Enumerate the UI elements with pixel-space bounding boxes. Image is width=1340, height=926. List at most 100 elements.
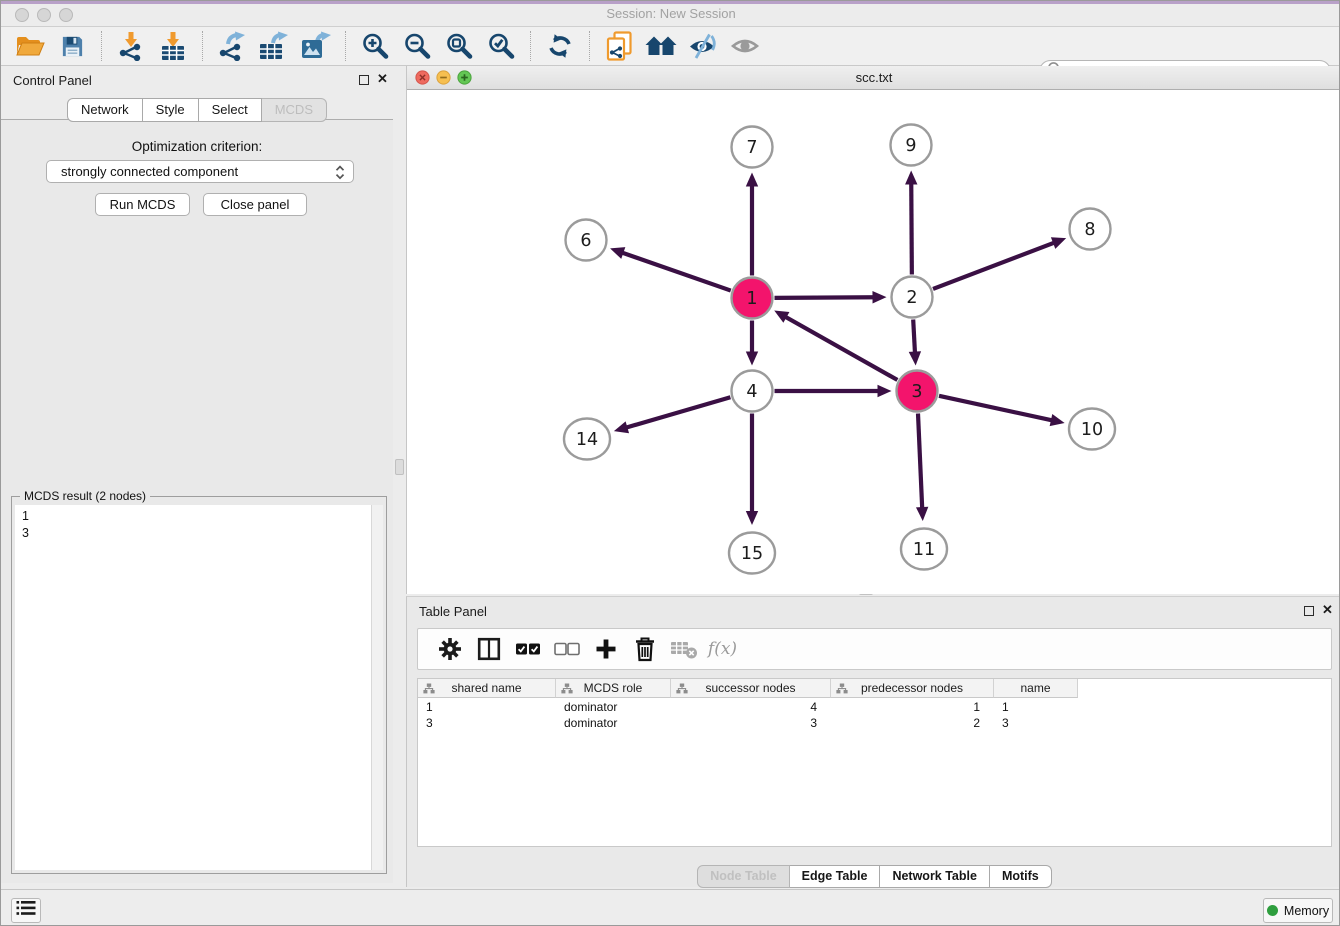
export-image-icon[interactable] xyxy=(296,28,336,64)
table-row[interactable]: 3dominator323 xyxy=(418,715,1078,731)
network-canvas[interactable]: 7 9 6 8 1 2 4 3 14 10 15 11 xyxy=(407,90,1340,594)
node-9[interactable]: 9 xyxy=(891,125,932,166)
table-row[interactable]: 1dominator411 xyxy=(418,699,1078,715)
tab-motifs[interactable]: Motifs xyxy=(990,865,1052,888)
deselect-all-icon[interactable] xyxy=(548,631,585,667)
edge-2-3[interactable] xyxy=(909,319,921,365)
edge-1-4[interactable] xyxy=(746,321,758,366)
cell-name[interactable]: 3 xyxy=(994,715,1078,731)
export-table-icon[interactable] xyxy=(254,28,294,64)
import-network-icon[interactable] xyxy=(111,28,151,64)
edge-4-15[interactable] xyxy=(746,414,758,526)
refresh-icon[interactable] xyxy=(540,28,580,64)
cell-name[interactable]: 1 xyxy=(994,699,1078,715)
column-header-name[interactable]: name xyxy=(994,679,1078,698)
node-1[interactable]: 1 xyxy=(732,278,773,319)
mcds-result-values: 1 3 xyxy=(22,508,29,542)
save-session-icon[interactable] xyxy=(52,28,92,64)
mcds-result-group: MCDS result (2 nodes) 1 3 xyxy=(11,496,387,874)
cell-shared-name[interactable]: 3 xyxy=(418,715,556,731)
edge-2-9[interactable] xyxy=(905,170,917,274)
edge-3-1[interactable] xyxy=(774,311,897,380)
tab-network[interactable]: Network xyxy=(67,98,143,122)
edge-1-2[interactable] xyxy=(774,291,886,303)
node-15[interactable]: 15 xyxy=(729,533,775,574)
cell-MCDS-role[interactable]: dominator xyxy=(556,699,671,715)
svg-text:9: 9 xyxy=(905,136,916,156)
edge-1-6[interactable] xyxy=(610,247,731,290)
cell-successor-nodes[interactable]: 3 xyxy=(671,715,831,731)
tab-style[interactable]: Style xyxy=(143,98,199,122)
tab-network-table[interactable]: Network Table xyxy=(880,865,990,888)
node-10[interactable]: 10 xyxy=(1069,409,1115,450)
network-graph: 7 9 6 8 1 2 4 3 14 10 15 11 xyxy=(407,90,1340,594)
control-panel-float-icon[interactable] xyxy=(359,75,369,85)
zoom-in-icon[interactable] xyxy=(355,28,395,64)
toolbar-separator xyxy=(345,31,346,61)
cell-predecessor-nodes[interactable]: 1 xyxy=(831,699,994,715)
select-all-icon[interactable] xyxy=(509,631,546,667)
settings-gear-icon[interactable] xyxy=(431,631,468,667)
column-header-shared-name[interactable]: shared name xyxy=(418,679,556,698)
table-panel-close-icon[interactable]: ✕ xyxy=(1322,602,1333,618)
delete-column-icon[interactable] xyxy=(626,631,663,667)
run-mcds-button[interactable]: Run MCDS xyxy=(95,193,190,216)
tab-edge-table[interactable]: Edge Table xyxy=(790,865,881,888)
tree-hierarchy-icon xyxy=(836,683,848,697)
vertical-splitter-grip[interactable] xyxy=(395,459,404,475)
control-panel-close-icon[interactable]: ✕ xyxy=(377,71,388,87)
node-8[interactable]: 8 xyxy=(1070,209,1111,250)
edge-4-14[interactable] xyxy=(614,397,731,433)
svg-text:4: 4 xyxy=(746,382,757,402)
edge-3-10[interactable] xyxy=(939,396,1065,426)
add-column-icon[interactable] xyxy=(587,631,624,667)
node-14[interactable]: 14 xyxy=(564,419,610,460)
cell-successor-nodes[interactable]: 4 xyxy=(671,699,831,715)
svg-text:1: 1 xyxy=(746,289,757,309)
memory-button[interactable]: Memory xyxy=(1263,898,1333,923)
network-window-title: scc.txt xyxy=(407,70,1340,85)
export-network-icon[interactable] xyxy=(212,28,252,64)
open-session-icon[interactable] xyxy=(10,28,50,64)
column-header-successor-nodes[interactable]: successor nodes xyxy=(671,679,831,698)
edge-4-3[interactable] xyxy=(775,385,892,397)
close-panel-button[interactable]: Close panel xyxy=(203,193,307,216)
edge-2-8[interactable] xyxy=(933,237,1066,289)
tab-node-table[interactable]: Node Table xyxy=(697,865,789,888)
cell-shared-name[interactable]: 1 xyxy=(418,699,556,715)
cell-MCDS-role[interactable]: dominator xyxy=(556,715,671,731)
node-3[interactable]: 3 xyxy=(897,371,938,412)
edge-3-11[interactable] xyxy=(916,413,928,521)
svg-text:7: 7 xyxy=(746,138,757,158)
arrowhead-icon xyxy=(614,421,629,433)
clone-network-icon[interactable] xyxy=(599,28,639,64)
tab-select[interactable]: Select xyxy=(199,98,262,122)
column-layout-icon[interactable] xyxy=(470,631,507,667)
node-4[interactable]: 4 xyxy=(732,371,773,412)
node-11[interactable]: 11 xyxy=(901,529,947,570)
table-panel-float-icon[interactable] xyxy=(1304,606,1314,616)
mcds-result-textarea[interactable]: 1 3 xyxy=(15,505,383,870)
main-toolbar xyxy=(1,27,1340,66)
cell-predecessor-nodes[interactable]: 2 xyxy=(831,715,994,731)
tab-mcds[interactable]: MCDS xyxy=(262,98,327,122)
arrowhead-icon xyxy=(916,507,928,521)
import-table-icon[interactable] xyxy=(153,28,193,64)
svg-text:11: 11 xyxy=(913,540,935,560)
column-header-MCDS-role[interactable]: MCDS role xyxy=(556,679,671,698)
result-scrollbar[interactable] xyxy=(371,505,383,870)
criterion-select[interactable]: strongly connected component xyxy=(46,160,354,183)
task-history-button[interactable] xyxy=(11,898,41,923)
first-neighbors-icon[interactable] xyxy=(641,28,681,64)
column-header-predecessor-nodes[interactable]: predecessor nodes xyxy=(831,679,994,698)
toolbar-separator xyxy=(202,31,203,61)
node-2[interactable]: 2 xyxy=(892,277,933,318)
zoom-out-icon[interactable] xyxy=(397,28,437,64)
edge-1-7[interactable] xyxy=(746,173,758,276)
node-6[interactable]: 6 xyxy=(566,220,607,261)
node-7[interactable]: 7 xyxy=(732,127,773,168)
zoom-fit-icon[interactable] xyxy=(439,28,479,64)
zoom-selected-icon[interactable] xyxy=(481,28,521,64)
hide-selected-icon[interactable] xyxy=(683,28,723,64)
delete-table-icon xyxy=(665,631,702,667)
